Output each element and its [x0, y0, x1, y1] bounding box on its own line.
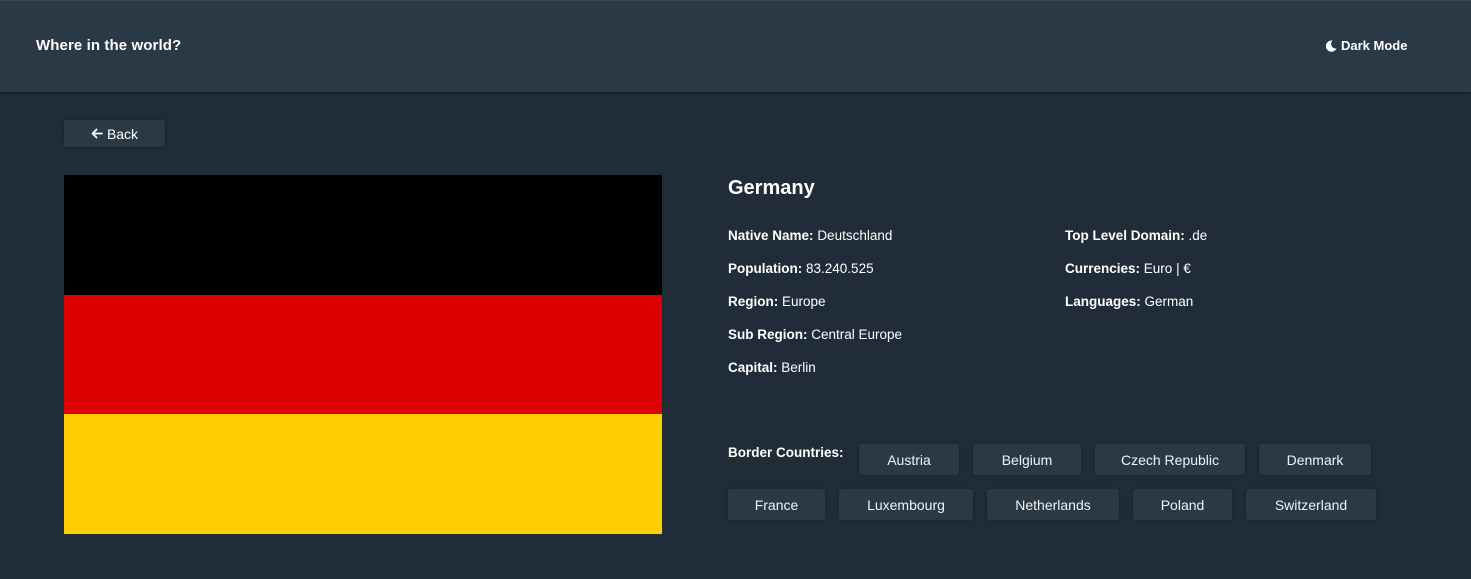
dark-mode-toggle[interactable]: Dark Mode: [1326, 38, 1407, 53]
app-title: Where in the world?: [36, 37, 182, 54]
flag-stripe-gold: [64, 414, 662, 535]
dark-mode-label: Dark Mode: [1341, 38, 1408, 53]
detail-region: Region: Europe: [728, 294, 826, 309]
arrow-left-icon: [91, 126, 103, 142]
border-chip-czech-republic[interactable]: Czech Republic: [1095, 444, 1245, 475]
flag-stripe-red: [64, 294, 662, 415]
detail-languages: Languages: German: [1065, 294, 1194, 309]
flag-stripe-black: [64, 175, 662, 295]
border-chip-netherlands[interactable]: Netherlands: [987, 489, 1119, 520]
back-label: Back: [106, 125, 139, 142]
border-chip-france[interactable]: France: [728, 489, 825, 520]
detail-tld: Top Level Domain: .de: [1065, 228, 1208, 243]
detail-currencies: Currencies: Euro | €: [1065, 261, 1191, 276]
details-right: Top Level Domain: .de Currencies: Euro |…: [1065, 227, 1207, 326]
back-button[interactable]: Back: [64, 120, 165, 147]
moon-icon: [1326, 40, 1337, 52]
border-countries-label: Border Countries:: [728, 445, 844, 460]
border-chip-belgium[interactable]: Belgium: [973, 444, 1081, 475]
border-chip-poland[interactable]: Poland: [1133, 489, 1232, 520]
border-chip-austria[interactable]: Austria: [859, 444, 959, 475]
country-flag: [64, 175, 662, 535]
detail-capital: Capital: Berlin: [728, 360, 816, 375]
detail-population: Population: 83.240.525: [728, 261, 874, 276]
country-name: Germany: [728, 177, 815, 199]
detail-sub-region: Sub Region: Central Europe: [728, 327, 903, 342]
detail-native-name: Native Name: Deutschland: [728, 228, 893, 243]
border-chip-denmark[interactable]: Denmark: [1259, 444, 1371, 475]
border-chip-switzerland[interactable]: Switzerland: [1246, 489, 1376, 520]
border-chip-luxembourg[interactable]: Luxembourg: [839, 489, 973, 520]
top-bar: Where in the world? Dark Mode: [0, 0, 1471, 92]
details-left: Native Name: Deutschland Population: 83.…: [728, 227, 902, 392]
